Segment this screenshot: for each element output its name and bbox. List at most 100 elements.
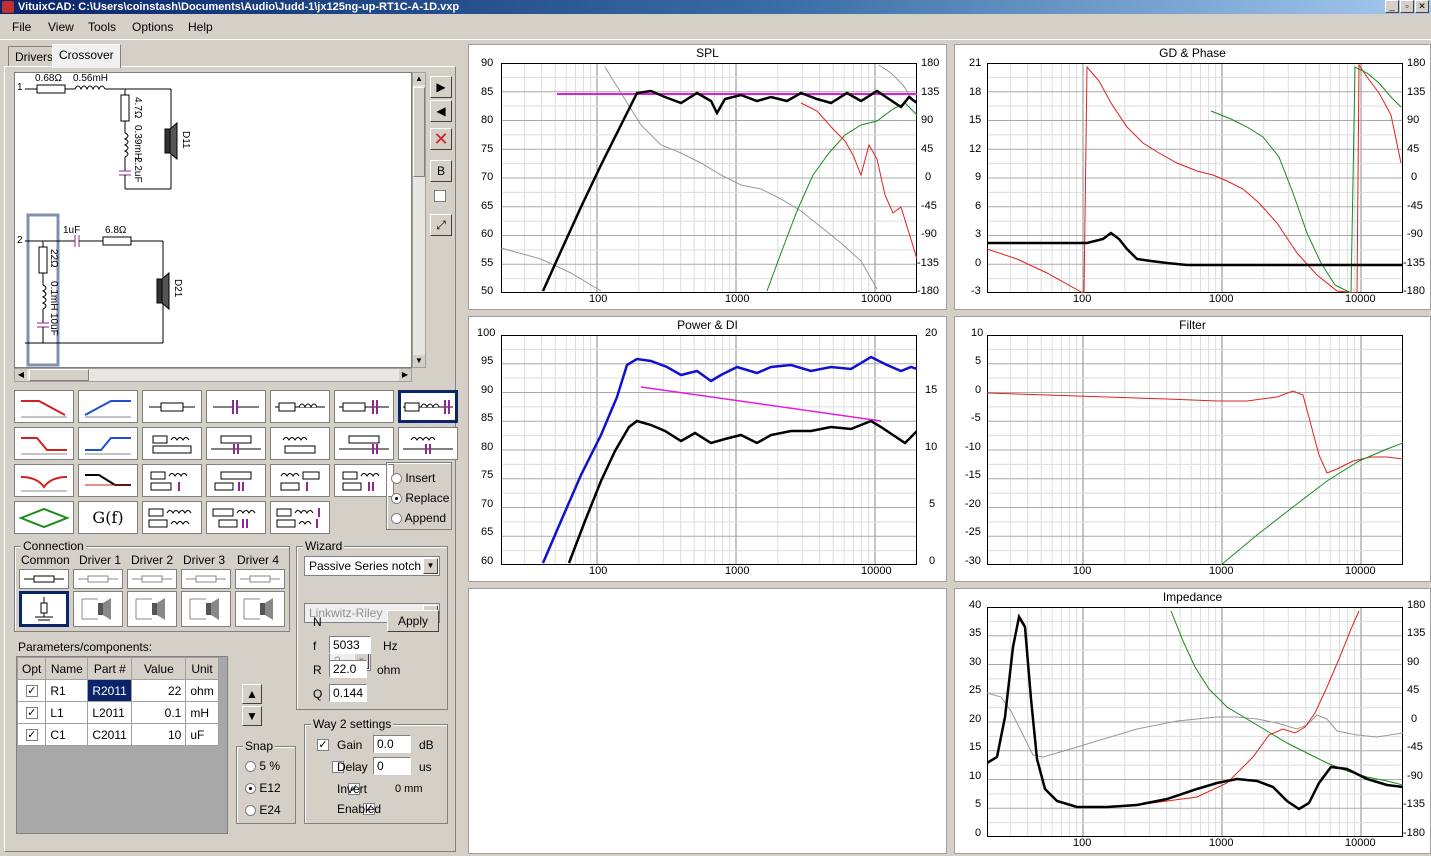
delay-input[interactable] bbox=[373, 757, 411, 775]
wizard-q-input[interactable] bbox=[329, 684, 367, 702]
resistor-icon[interactable] bbox=[142, 390, 202, 423]
table-row[interactable]: ✓ C1 C2011 10 uF bbox=[16, 723, 219, 746]
network-d-icon[interactable] bbox=[334, 464, 394, 497]
series-notch-icon[interactable] bbox=[398, 390, 458, 423]
move-down-button[interactable]: ▼ bbox=[242, 706, 262, 726]
param-value[interactable]: 0.1 bbox=[131, 701, 187, 724]
impedance-chart-panel[interactable]: Impedance 40 35 30 25 20 15 10 5 0 180 1… bbox=[954, 588, 1431, 854]
radio-snap-e24-button[interactable] bbox=[245, 805, 256, 817]
schematic-canvas[interactable]: 1 0.68Ω 0.56mH 4.7Ω 0.39mH 2.2uF D11 2 1… bbox=[14, 72, 412, 368]
gain-checkbox[interactable]: ✓ bbox=[317, 738, 329, 751]
parallel-rl-icon[interactable] bbox=[142, 427, 202, 460]
radio-replace[interactable]: Replace bbox=[391, 491, 449, 505]
radio-insert[interactable]: Insert bbox=[391, 471, 435, 485]
b-button[interactable]: B bbox=[430, 160, 452, 182]
radio-snap-5[interactable]: 5 % bbox=[245, 759, 280, 773]
minimize-button[interactable]: _ bbox=[1385, 0, 1399, 13]
chevron-down-icon[interactable]: ▼ bbox=[423, 558, 438, 574]
wizard-type-select[interactable]: Passive Series notch ▼ bbox=[304, 556, 440, 576]
scroll-up-icon[interactable]: ▲ bbox=[413, 73, 425, 85]
param-part[interactable]: R2011 bbox=[87, 679, 133, 702]
highpass-1st-icon[interactable] bbox=[78, 390, 138, 423]
filter-chart-panel[interactable]: Filter 10 5 0 -5 -10 -15 -20 -25 -30 100… bbox=[954, 316, 1431, 582]
apply-button[interactable]: Apply bbox=[387, 610, 439, 632]
lowpass-1st-icon[interactable] bbox=[14, 390, 74, 423]
notch-filter-icon[interactable] bbox=[14, 464, 74, 497]
wizard-f-input[interactable] bbox=[329, 636, 371, 654]
opt-checkbox[interactable]: ✓ bbox=[25, 707, 38, 720]
scroll-left-icon[interactable]: ◀ bbox=[15, 369, 27, 381]
side-checkbox[interactable] bbox=[434, 189, 446, 202]
radio-snap-e12[interactable]: E12 bbox=[245, 781, 281, 795]
network-f-icon[interactable] bbox=[206, 501, 266, 534]
window-title-bar[interactable]: VituixCAD: C:\Users\coinstash\Documents\… bbox=[0, 0, 1431, 14]
radio-snap-e12-button[interactable] bbox=[245, 783, 256, 795]
param-value[interactable]: 22 bbox=[131, 679, 187, 702]
conn-driver-3-speaker-icon[interactable] bbox=[181, 591, 231, 627]
wizard-r-input[interactable] bbox=[329, 660, 367, 678]
resistor-inductor-icon[interactable] bbox=[270, 390, 330, 423]
radio-insert-button[interactable] bbox=[391, 473, 402, 485]
scrollbar-thumb[interactable] bbox=[413, 87, 425, 177]
highpass-2nd-icon[interactable] bbox=[78, 427, 138, 460]
parallel-lc-icon[interactable] bbox=[398, 427, 458, 460]
gain-input[interactable] bbox=[373, 735, 411, 753]
table-row[interactable]: ✓ L1 L2011 0.1 mH bbox=[16, 701, 219, 724]
param-name[interactable]: C1 bbox=[45, 723, 89, 746]
fit-view-icon[interactable]: ⤢ bbox=[430, 214, 452, 236]
scrollbar-thumb[interactable] bbox=[29, 369, 89, 381]
conn-driver-1-speaker-icon[interactable] bbox=[73, 591, 123, 627]
conn-series-driver-2[interactable] bbox=[127, 569, 177, 589]
conn-series-driver-4[interactable] bbox=[235, 569, 285, 589]
delete-button[interactable]: ✕ bbox=[430, 128, 452, 150]
conn-driver-2-speaker-icon[interactable] bbox=[127, 591, 177, 627]
conn-ground-common[interactable] bbox=[19, 591, 69, 627]
tab-crossover[interactable]: Crossover bbox=[52, 44, 121, 68]
network-g-icon[interactable] bbox=[270, 501, 330, 534]
bandpass-filter-icon[interactable] bbox=[14, 501, 74, 534]
conn-series-driver-1[interactable] bbox=[73, 569, 123, 589]
opt-checkbox[interactable]: ✓ bbox=[25, 685, 38, 698]
scroll-right-icon[interactable]: ▶ bbox=[399, 369, 411, 381]
param-name[interactable]: L1 bbox=[45, 701, 89, 724]
radio-replace-button[interactable] bbox=[391, 493, 402, 505]
parallel-rc-icon[interactable] bbox=[206, 427, 266, 460]
shelf-filter-icon[interactable] bbox=[78, 464, 138, 497]
conn-driver-4-speaker-icon[interactable] bbox=[235, 591, 285, 627]
lowpass-2nd-icon[interactable] bbox=[14, 427, 74, 460]
param-name[interactable]: R1 bbox=[45, 679, 89, 702]
schematic-vertical-scrollbar[interactable]: ▲ ▼ bbox=[412, 72, 426, 368]
menu-help[interactable]: Help bbox=[188, 20, 213, 34]
network-b-icon[interactable] bbox=[206, 464, 266, 497]
network-e-icon[interactable] bbox=[142, 501, 202, 534]
menu-tools[interactable]: Tools bbox=[88, 20, 116, 34]
transfer-function-icon[interactable]: G(f) bbox=[78, 501, 138, 534]
capacitor-icon[interactable] bbox=[206, 390, 266, 423]
schematic-horizontal-scrollbar[interactable]: ◀ ▶ bbox=[14, 368, 412, 382]
parallel-cr-icon[interactable] bbox=[334, 427, 394, 460]
menu-options[interactable]: Options bbox=[132, 20, 173, 34]
menu-view[interactable]: View bbox=[48, 20, 74, 34]
opt-checkbox[interactable]: ✓ bbox=[25, 729, 38, 742]
conn-series-common[interactable] bbox=[19, 569, 69, 589]
conn-series-driver-3[interactable] bbox=[181, 569, 231, 589]
table-row[interactable]: ✓ R1 R2011 22 ohm bbox=[16, 679, 219, 702]
parallel-lr-icon[interactable] bbox=[270, 427, 330, 460]
radio-append[interactable]: Append bbox=[391, 511, 446, 525]
resistor-capacitor-icon[interactable] bbox=[334, 390, 394, 423]
close-window-button[interactable]: ✕ bbox=[1415, 0, 1429, 13]
move-right-button[interactable]: ▶ bbox=[430, 76, 452, 98]
gd-phase-chart-panel[interactable]: GD & Phase 21 18 15 12 9 6 3 0 -3 180 13… bbox=[954, 44, 1431, 310]
restore-button[interactable]: ▫ bbox=[1400, 0, 1414, 13]
move-left-button[interactable]: ◀ bbox=[430, 100, 452, 122]
scroll-down-icon[interactable]: ▼ bbox=[413, 355, 425, 367]
menu-file[interactable]: File bbox=[12, 20, 31, 34]
move-up-button[interactable]: ▲ bbox=[242, 684, 262, 704]
power-di-chart-panel[interactable]: Power & DI 100 95 90 85 80 75 70 65 60 2… bbox=[468, 316, 947, 582]
spl-chart-panel[interactable]: SPL 90 85 80 75 70 65 60 55 50 180 135 9… bbox=[468, 44, 947, 310]
radio-append-button[interactable] bbox=[391, 513, 402, 525]
network-c-icon[interactable] bbox=[270, 464, 330, 497]
network-a-icon[interactable] bbox=[142, 464, 202, 497]
param-part[interactable]: L2011 bbox=[87, 701, 133, 724]
radio-snap-e24[interactable]: E24 bbox=[245, 803, 281, 817]
